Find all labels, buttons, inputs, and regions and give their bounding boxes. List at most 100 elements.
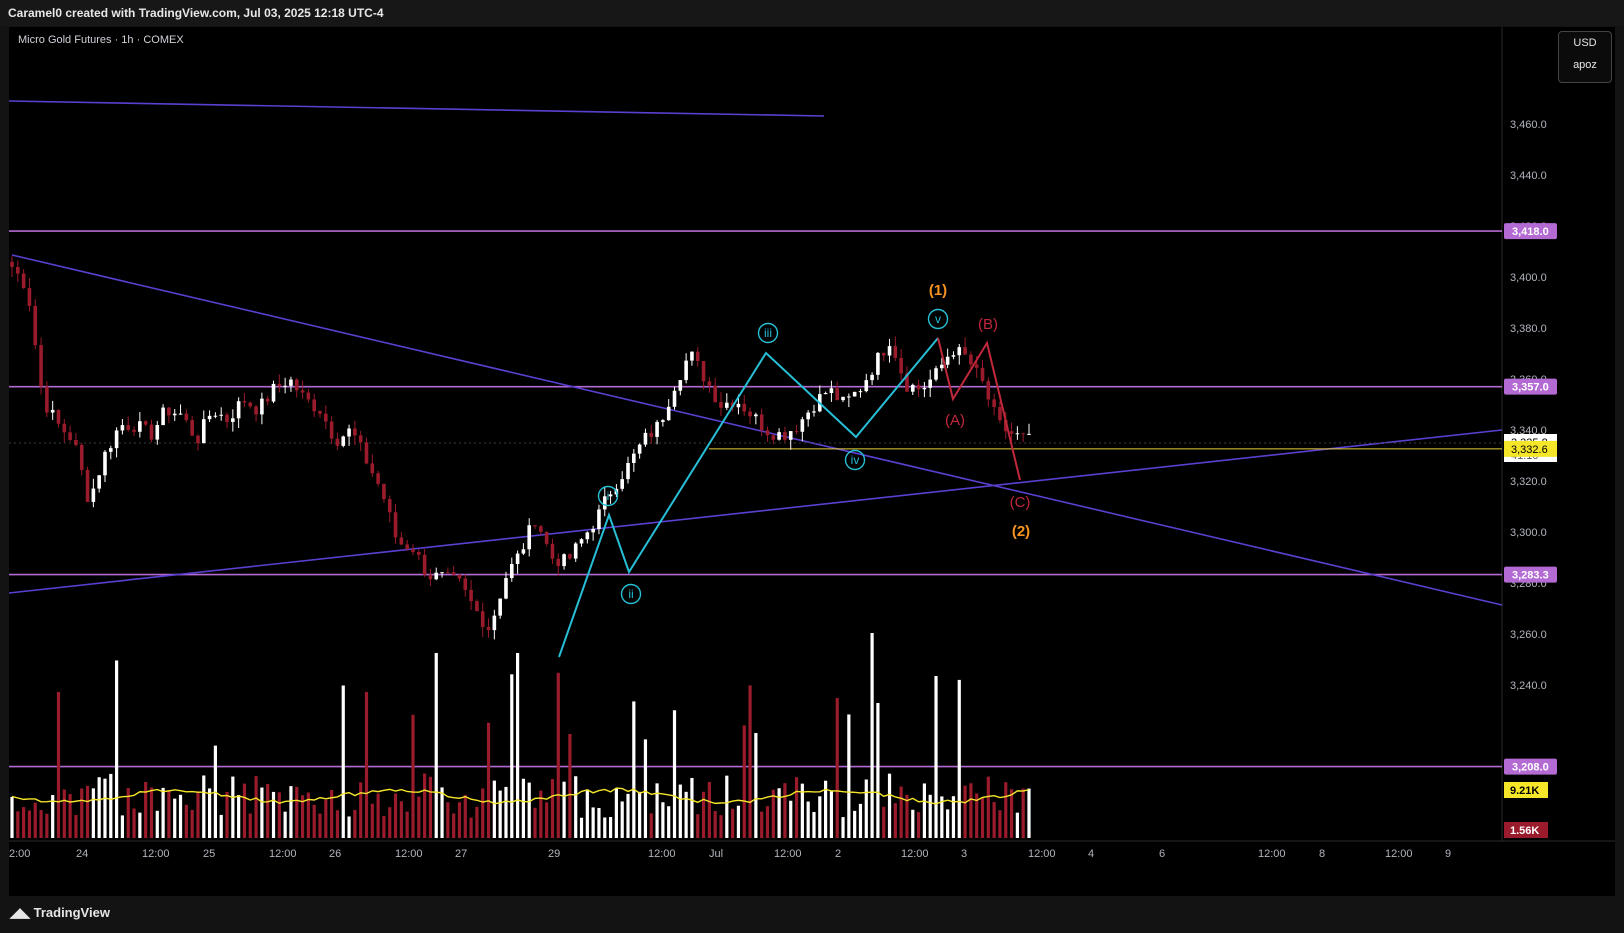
candle-body [248, 402, 253, 407]
candle-body [759, 414, 764, 431]
descending-trendline[interactable] [11, 254, 1503, 606]
candle-body [184, 413, 189, 421]
volume-bar [969, 783, 973, 838]
impulse-wave-label: iii [764, 326, 772, 340]
candle-body [800, 419, 805, 432]
correction-wave-path[interactable] [937, 337, 1021, 481]
candle-body [986, 380, 991, 400]
candle-body [690, 351, 694, 361]
correction-wave-label: (C) [1010, 494, 1031, 511]
volume-bar [219, 814, 223, 838]
candle-body [736, 403, 741, 408]
volume-bar [922, 783, 926, 838]
volume-bar [74, 815, 78, 838]
volume-bar [504, 786, 508, 838]
volume-bar [97, 777, 101, 838]
price-chart[interactable]: 3,240.03,260.03,280.03,300.03,320.03,340… [8, 27, 1615, 896]
candle-body [550, 543, 555, 559]
candle-body [777, 432, 781, 440]
volume-bar [841, 817, 845, 838]
chart-area[interactable]: 3,240.0 3,260.0 3,280.0 3,300.0 3,320.0 3,340… [8, 27, 1615, 896]
volume-bar [882, 806, 886, 838]
candle-body [951, 355, 956, 357]
candle-body [27, 288, 32, 306]
volume-bar [661, 802, 665, 838]
volume-bar [260, 787, 264, 838]
x-tick-label: 12:00 [142, 848, 170, 860]
candle-body [45, 386, 49, 413]
volume-bar [382, 815, 386, 838]
y-tick-label: 3,380.0 [1510, 323, 1547, 335]
volume-bar [85, 785, 90, 838]
volume-bar [562, 781, 566, 838]
candle-body [294, 379, 299, 391]
volume-bar [231, 776, 235, 838]
volume-bar [457, 802, 462, 838]
volume-bar [707, 781, 711, 838]
candle-body [56, 409, 61, 424]
candle-body [155, 425, 160, 440]
upper-trendline[interactable] [8, 100, 825, 117]
candle-body [771, 435, 776, 440]
candle-body [172, 413, 177, 416]
volume-bar [266, 784, 270, 838]
price-scale-settings-button[interactable]: USD apoz [1558, 31, 1612, 83]
volume-bar [638, 791, 642, 838]
candle-body [765, 430, 770, 436]
candle-body [370, 463, 375, 474]
candle-body [358, 435, 363, 443]
candle-body [242, 401, 247, 403]
candle-body [515, 553, 520, 564]
x-tick-label: 24 [76, 848, 88, 860]
candle-body [97, 475, 101, 489]
volume-bar [405, 811, 409, 838]
volume-bar [423, 773, 427, 838]
volume-bar [690, 777, 694, 838]
x-tick-label: 2 [835, 848, 841, 860]
candle-body [138, 421, 142, 432]
volume-bar [277, 792, 281, 838]
candle-body [748, 411, 752, 417]
candle-body [928, 379, 933, 388]
volume-bar [614, 787, 618, 838]
ascending-trendline[interactable] [8, 429, 1503, 594]
volume-bar [347, 816, 351, 838]
volume-bar [597, 808, 601, 838]
candle-body [881, 352, 886, 356]
volume-bar [492, 780, 496, 838]
volume-bar [655, 783, 659, 838]
tradingview-logo[interactable]: ◢◣ TradingView [10, 905, 110, 921]
volume-bar [835, 698, 839, 838]
volume-bar [1009, 789, 1014, 838]
volume-bar [829, 791, 834, 838]
volume-bar [138, 812, 142, 838]
volume-bar [376, 793, 380, 838]
tradingview-logo-icon: ◢◣ [10, 905, 34, 920]
volume-bar [120, 815, 125, 838]
x-tick-label: 4 [1088, 848, 1094, 860]
volume-bar [475, 806, 479, 838]
volume-bar [248, 813, 252, 838]
candle-body [754, 414, 758, 417]
volume-bar [574, 776, 578, 838]
volume-bar [632, 701, 636, 838]
candle-body [207, 415, 212, 420]
volume-bar [626, 793, 630, 838]
volume-bar [393, 793, 398, 838]
candle-body [794, 431, 799, 433]
candle-body [120, 425, 125, 431]
candle-body [701, 361, 706, 382]
x-tick-label: 8 [1319, 848, 1325, 860]
candle-body [655, 421, 659, 437]
brand-label: TradingView [33, 905, 110, 920]
volume-bar [62, 789, 66, 838]
volume-bar [754, 733, 758, 838]
volume-bar [649, 813, 653, 838]
candle-body [539, 526, 543, 532]
volume-bar [1021, 788, 1025, 838]
volume-bar [603, 817, 607, 838]
y-tick-label: 3,400.0 [1510, 272, 1547, 284]
volume-bar [207, 788, 212, 838]
candle-body [678, 380, 683, 391]
candle-body [399, 537, 404, 545]
